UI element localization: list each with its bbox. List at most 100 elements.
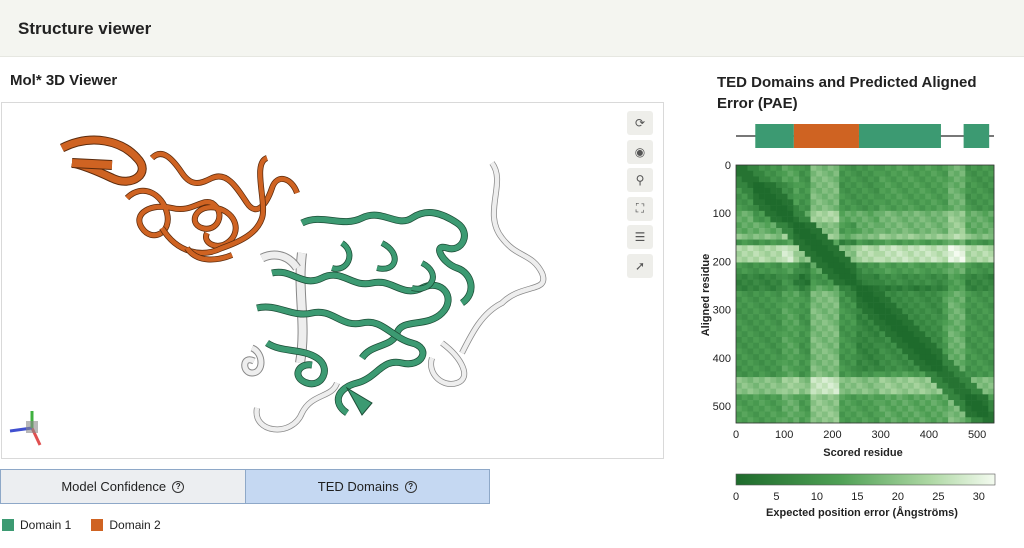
pae-cell [793,371,800,378]
pae-cell [885,210,892,217]
domain-block-2[interactable] [793,124,859,148]
pae-cell [804,354,811,361]
pae-cell [793,405,800,412]
pae-cell [833,262,840,269]
pae-cell [913,394,920,401]
pae-cell [919,256,926,263]
pae-cell [839,337,846,344]
pae-cell [879,382,886,389]
pae-cell [902,199,909,206]
pae-cell [810,314,817,321]
tab-ted-domains[interactable]: TED Domains ? [245,469,490,504]
pae-cell [862,187,869,194]
pae-cell [942,377,949,384]
pae-cell [965,228,972,235]
pae-cell [896,262,903,269]
pae-cell [839,182,846,189]
pae-cell [816,354,823,361]
screenshot-button[interactable]: ◉ [627,139,653,164]
selection-cursor-button[interactable]: ➚ [627,253,653,278]
pae-cell [930,365,937,372]
pae-cell [988,302,995,309]
pae-cell [953,245,960,252]
pae-colorbar-ticks: 0 5 10 15 20 25 30 [733,491,985,503]
pae-cell [959,291,966,298]
domain-block-4[interactable] [963,124,990,148]
pae-cell [890,210,897,217]
pae-cell [810,302,817,309]
pae-cell [959,279,966,286]
help-icon[interactable]: ? [404,480,417,493]
pae-cell [862,296,869,303]
pae-x-label: Scored residue [823,447,902,459]
pae-cell [827,268,834,275]
pae-cell [908,216,915,223]
unassigned-region [241,161,547,433]
pae-cell [793,337,800,344]
pae-cell [936,285,943,292]
pae-cell [976,302,983,309]
pae-cell [919,382,926,389]
pae-cell [776,193,783,200]
pae-cell [833,331,840,338]
pae-cell [988,325,995,332]
pae-cell [873,182,880,189]
pae-cell [936,233,943,240]
pae-cell [816,411,823,418]
pae-cell [850,291,857,298]
pae-cell [890,325,897,332]
pae-cell [753,348,760,355]
pae-cell [827,210,834,217]
domain-block-3[interactable] [858,124,941,148]
pae-cell [770,228,777,235]
pae-heatmap[interactable] [735,164,995,424]
tab-model-confidence[interactable]: Model Confidence ? [0,469,246,504]
wrench-button[interactable]: ⚲ [627,168,653,192]
pae-cell [913,170,920,177]
pae-cell [971,273,978,280]
pae-cell [747,291,754,298]
pae-cell [982,382,989,389]
pae-cell [747,205,754,212]
pae-cell [793,199,800,206]
pae-cell [902,382,909,389]
pae-cell [753,365,760,372]
pae-cell [959,411,966,418]
pae-cell [976,348,983,355]
pae-cell [879,302,886,309]
settings-sliders-button[interactable]: ☰ [627,225,653,249]
pae-cell [890,268,897,275]
pae-cell [833,176,840,183]
pae-cell [844,314,851,321]
pae-cell [988,176,995,183]
pae-cell [896,296,903,303]
pae-cell [850,354,857,361]
pae-cell [822,268,829,275]
pae-cell [822,296,829,303]
pae-cell [793,325,800,332]
pae-cell [862,222,869,229]
pae-cell [839,405,846,412]
pae-cell [896,182,903,189]
pae-cell [827,251,834,258]
pae-cell [971,182,978,189]
pae-cell [822,342,829,349]
domain-block-1[interactable] [755,124,794,148]
pae-cell [753,228,760,235]
pae-cell [925,417,932,424]
reset-camera-button[interactable]: ⟳ [627,111,653,135]
help-icon[interactable]: ? [172,480,185,493]
pae-cell [890,216,897,223]
pae-cell [753,256,760,263]
pae-cell [787,377,794,384]
pae-cell [776,222,783,229]
pae-cell [747,251,754,258]
pae-cell [965,176,972,183]
fullscreen-button[interactable]: ⛶ [627,196,653,221]
protein-structure-render[interactable] [2,103,663,458]
pae-cell [741,348,748,355]
pae-cell [976,337,983,344]
pae-cell [862,279,869,286]
molstar-3d-viewer[interactable] [1,102,664,459]
pae-cell [741,251,748,258]
